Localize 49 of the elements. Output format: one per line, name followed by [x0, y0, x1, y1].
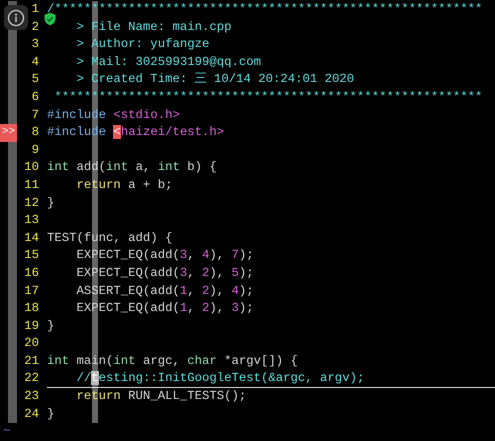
code-line: int add(int a, int b) { — [47, 160, 217, 174]
code-line: ASSERT_EQ(add(1, 2), 4); — [76, 284, 254, 298]
code-line: EXPECT_EQ(add(1, 2), 3); — [76, 301, 254, 316]
line-number: 11 — [23, 176, 40, 194]
line-number: 4 — [30, 54, 40, 71]
line-number: 17 — [23, 282, 40, 300]
line-number: 15 — [23, 247, 40, 264]
line-number: 3 — [30, 36, 40, 54]
code-line: > Created Time: 三 10/14 20:24:01 2020 — [76, 72, 354, 86]
code-line: #include <haizei/test.h> — [47, 125, 224, 140]
code-line: EXPECT_EQ(add(3, 4), 7); — [76, 248, 254, 262]
code-line: return a + b; — [76, 178, 172, 192]
line-number: 18 — [23, 300, 40, 318]
line-number: 22 — [23, 370, 40, 388]
code-line: TEST(func, add) { — [47, 230, 172, 245]
line-number: 20 — [23, 335, 40, 352]
line-number: 8 — [30, 124, 40, 142]
line-number: 6 — [30, 88, 40, 106]
info-icon[interactable] — [4, 5, 28, 30]
end-of-buffer-tilde: ~ — [3, 424, 10, 438]
line-number: 12 — [23, 194, 40, 212]
code-line: > Author: yufangze — [76, 37, 210, 52]
code-line: > Mail: 3025993199@qq.com — [76, 54, 262, 69]
line-number: 24 — [23, 406, 40, 423]
code-line: > File Name: main.cpp — [76, 20, 232, 34]
line-number: 5 — [30, 71, 40, 88]
line-number: 9 — [30, 142, 40, 159]
code-line: //testing::InitGoogleTest(&argc, argv); — [76, 371, 364, 386]
code-line: } — [47, 318, 54, 333]
code-line: } — [47, 196, 54, 210]
code-line: /********************************************************** — [47, 2, 482, 16]
line-number: 19 — [23, 318, 40, 335]
line-number: 7 — [30, 106, 40, 124]
line-number: 14 — [23, 230, 40, 247]
error-sign: >> — [0, 124, 17, 142]
line-number: 23 — [23, 388, 40, 406]
code-line: ********************************************************** — [53, 90, 482, 104]
code-line: int main(int argc, char *argv[]) { — [47, 354, 298, 368]
code-line: #include <stdio.h> — [47, 108, 180, 122]
line-number: 2 — [30, 18, 40, 36]
shield-check-icon — [43, 12, 57, 26]
code-line: } — [47, 406, 54, 421]
code-line: return RUN_ALL_TESTS(); — [76, 389, 246, 404]
line-number: 1 — [30, 1, 40, 18]
line-number: 16 — [23, 264, 40, 282]
line-number: 21 — [23, 352, 40, 370]
line-number: 13 — [23, 212, 40, 230]
code-line: EXPECT_EQ(add(3, 2), 5); — [76, 266, 254, 280]
line-number: 10 — [23, 159, 40, 176]
